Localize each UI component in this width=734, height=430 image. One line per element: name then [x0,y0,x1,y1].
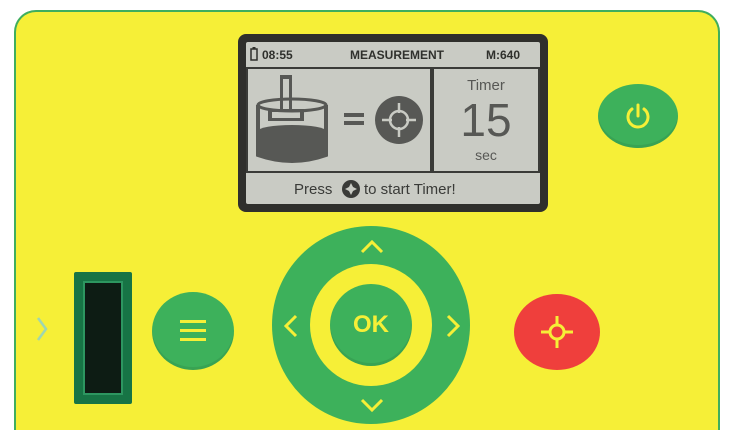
status-bar: 08:55 MEASUREMENT M:640 [246,42,540,66]
timer-value: 15 [460,94,512,146]
menu-button[interactable] [152,292,234,370]
memory-count: M:640 [486,48,521,62]
measure-inline-icon [342,180,360,198]
usb-port [74,272,132,404]
instruction-graphic [248,69,430,171]
power-button[interactable] [598,84,678,148]
timer-unit: sec [475,147,497,163]
message-prefix: Press [294,181,333,198]
usb-port-opening [83,281,123,395]
menu-icon [180,320,206,341]
timer-panel: Timer 15 sec [434,69,538,171]
measure-button-icon [375,96,423,144]
clock-text: 08:55 [262,48,293,62]
chevron-right-nav-icon[interactable] [446,314,460,338]
chevron-up-icon[interactable] [360,240,384,254]
ok-label: OK [353,311,389,338]
message-suffix: to start Timer! [364,181,456,198]
ring-inner: OK [310,264,432,386]
screen-content: Timer 15 sec [246,67,540,173]
chevron-left-icon[interactable] [284,314,298,338]
chevron-down-icon[interactable] [360,398,384,412]
power-icon [626,103,650,129]
battery-icon [250,47,258,61]
device-panel: 08:55 MEASUREMENT M:640 Timer 15 sec Pre… [14,10,720,430]
screen-title: MEASUREMENT [350,48,445,62]
chevron-right-icon [36,317,48,341]
instruction-message: Press to start Timer! [246,175,540,204]
lcd-screen: 08:55 MEASUREMENT M:640 Timer 15 sec Pre… [246,42,540,204]
timer-label: Timer [467,77,505,94]
navigation-ring: OK [272,226,470,424]
sample-cup-icon [256,75,328,163]
equals-icon [344,113,364,125]
display-bezel: 08:55 MEASUREMENT M:640 Timer 15 sec Pre… [238,34,548,212]
measure-button[interactable] [514,294,600,370]
ok-button[interactable]: OK [330,284,412,366]
crosshair-icon [541,316,573,348]
